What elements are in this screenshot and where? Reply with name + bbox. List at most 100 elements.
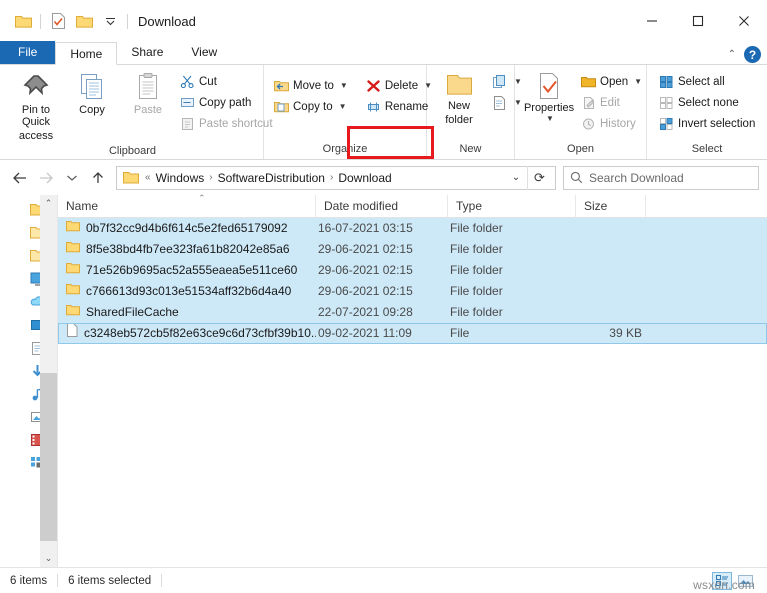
table-row[interactable]: SharedFileCache 22-07-2021 09:28 File fo… — [58, 302, 767, 323]
properties-icon[interactable] — [45, 8, 71, 34]
file-type-cell: File folder — [450, 242, 503, 256]
search-placeholder: Search Download — [589, 170, 684, 185]
rename-label: Rename — [384, 100, 429, 113]
status-bar: 6 items 6 items selected wsxdn.com — [0, 567, 767, 593]
chevron-down-icon[interactable]: ▼ — [546, 114, 554, 123]
scroll-down-icon[interactable]: ⌄ — [45, 550, 53, 567]
folder-icon[interactable] — [10, 8, 36, 34]
search-input[interactable]: Search Download — [563, 165, 759, 190]
tab-view[interactable]: View — [177, 41, 231, 64]
divider — [40, 13, 41, 29]
chevron-down-icon[interactable]: ▼ — [634, 77, 642, 86]
chevron-up-icon[interactable]: ⌃ — [728, 49, 736, 60]
recent-locations-button[interactable] — [60, 166, 84, 190]
column-header-name[interactable]: Name — [58, 194, 316, 218]
divider — [127, 13, 128, 29]
open-button[interactable]: Open ▼ — [577, 71, 646, 92]
window-controls — [629, 0, 767, 42]
chevron-down-icon[interactable]: ▼ — [339, 102, 347, 111]
new-folder-icon[interactable] — [71, 8, 97, 34]
file-name-cell: c3248eb572cb5f82e63ce9c6d73cfbf39b10... — [58, 323, 316, 344]
tab-file[interactable]: File — [0, 41, 56, 64]
paste-button[interactable]: Paste — [120, 69, 176, 119]
column-header-size[interactable]: Size — [576, 194, 646, 218]
delete-x-icon — [366, 79, 381, 93]
customize-quick-access-chevron-icon[interactable] — [97, 8, 123, 34]
tab-home[interactable]: Home — [55, 42, 118, 65]
ribbon-tabs: File Home Share View ⌃ ? — [0, 41, 767, 65]
table-row[interactable]: 0b7f32cc9d4b6f614c5e2fed65179092 16-07-2… — [58, 218, 767, 239]
refresh-icon[interactable]: ⟳ — [527, 165, 551, 190]
close-button[interactable] — [721, 0, 767, 42]
file-size-cell — [576, 260, 646, 281]
file-date-cell: 16-07-2021 03:15 — [318, 221, 413, 235]
paste-label: Paste — [133, 104, 163, 116]
search-icon — [570, 171, 583, 184]
sort-ascending-icon: ⌃ — [198, 193, 206, 203]
up-button[interactable] — [86, 166, 110, 190]
minimize-button[interactable] — [629, 0, 675, 42]
forward-button[interactable] — [34, 166, 58, 190]
select-none-button[interactable]: Select none — [655, 92, 759, 113]
new-folder-label-line1: New — [447, 100, 470, 112]
pin-icon — [21, 72, 51, 102]
select-all-button[interactable]: Select all — [655, 71, 759, 92]
chevron-down-icon[interactable]: ▼ — [340, 81, 348, 90]
move-to-button[interactable]: Move to ▼ — [270, 75, 352, 96]
breadcrumb-item-softwaredistribution[interactable]: SoftwareDistribution — [215, 171, 328, 185]
file-date-cell: 09-02-2021 11:09 — [318, 326, 412, 340]
navigation-pane[interactable]: ⌃ ⌄ — [0, 195, 58, 567]
chevron-down-icon[interactable]: ⌄ — [505, 172, 527, 183]
copy-to-icon — [274, 100, 289, 114]
table-row[interactable]: c766613d93c013e51534aff32b6d4a40 29-06-2… — [58, 281, 767, 302]
select-all-icon — [659, 75, 674, 89]
move-to-label: Move to — [293, 79, 334, 92]
breadcrumb-separator[interactable]: › — [328, 172, 335, 183]
breadcrumb[interactable]: « Windows › SoftwareDistribution › Downl… — [116, 165, 556, 190]
rename-button[interactable]: Rename — [362, 96, 436, 117]
copy-path-icon — [180, 95, 195, 110]
paste-shortcut-button[interactable]: Paste shortcut — [176, 113, 277, 134]
file-name-label: 8f5e38bd4fb7ee323fa61b82042e85a6 — [86, 242, 290, 256]
breadcrumb-item-windows[interactable]: Windows — [153, 171, 208, 185]
navigation-scrollbar[interactable]: ⌃ ⌄ — [40, 195, 57, 567]
table-row[interactable]: 8f5e38bd4fb7ee323fa61b82042e85a6 29-06-2… — [58, 239, 767, 260]
delete-button[interactable]: Delete ▼ — [362, 75, 436, 96]
maximize-button[interactable] — [675, 0, 721, 42]
new-folder-button[interactable]: New folder — [431, 69, 487, 129]
breadcrumb-overflow[interactable]: « — [143, 172, 153, 183]
column-header-date-modified[interactable]: Date modified — [316, 194, 448, 218]
properties-button[interactable]: Properties ▼ — [521, 69, 577, 126]
column-header-type[interactable]: Type — [448, 194, 576, 218]
file-size-cell — [576, 218, 646, 239]
new-folder-icon — [444, 72, 474, 98]
pin-to-quick-access-button[interactable]: Pin to Quick access — [8, 69, 64, 145]
file-date-cell: 29-06-2021 02:15 — [318, 263, 413, 277]
file-list: Name Date modified Type Size ⌃ 0b7f32cc9… — [58, 193, 767, 567]
table-row[interactable]: 71e526b9695ac52a555eaea5e511ce60 29-06-2… — [58, 260, 767, 281]
file-name-cell: c766613d93c013e51534aff32b6d4a40 — [58, 281, 316, 302]
back-button[interactable] — [8, 166, 32, 190]
copy-path-button[interactable]: Copy path — [176, 92, 277, 113]
scrollbar-thumb[interactable] — [40, 373, 57, 541]
file-explorer-window: Download File Home Share View ⌃ ? Pin to… — [0, 0, 767, 593]
table-row[interactable]: c3248eb572cb5f82e63ce9c6d73cfbf39b10... … — [58, 323, 767, 344]
history-button[interactable]: History — [577, 113, 646, 134]
cut-button[interactable]: Cut — [176, 71, 277, 92]
scroll-up-icon[interactable]: ⌃ — [45, 195, 53, 212]
edit-icon — [581, 96, 596, 110]
edit-button[interactable]: Edit — [577, 92, 646, 113]
copy-button[interactable]: Copy — [64, 69, 120, 119]
breadcrumb-separator[interactable]: › — [207, 172, 214, 183]
help-icon[interactable]: ? — [744, 46, 761, 63]
clipboard-small-commands: Cut Copy path Paste shortcut — [176, 69, 277, 134]
invert-selection-button[interactable]: Invert selection — [655, 113, 759, 134]
tab-share[interactable]: Share — [117, 41, 177, 64]
column-headers: Name Date modified Type Size ⌃ — [58, 193, 767, 218]
copy-to-button[interactable]: Copy to ▼ — [270, 96, 352, 117]
ribbon: Pin to Quick access Copy Paste Cut Copy … — [0, 65, 767, 160]
ribbon-group-new: New folder ▼ ▼ New — [427, 65, 522, 159]
breadcrumb-item-download[interactable]: Download — [335, 171, 394, 185]
paste-icon — [136, 72, 160, 102]
file-type-cell: File folder — [450, 263, 503, 277]
